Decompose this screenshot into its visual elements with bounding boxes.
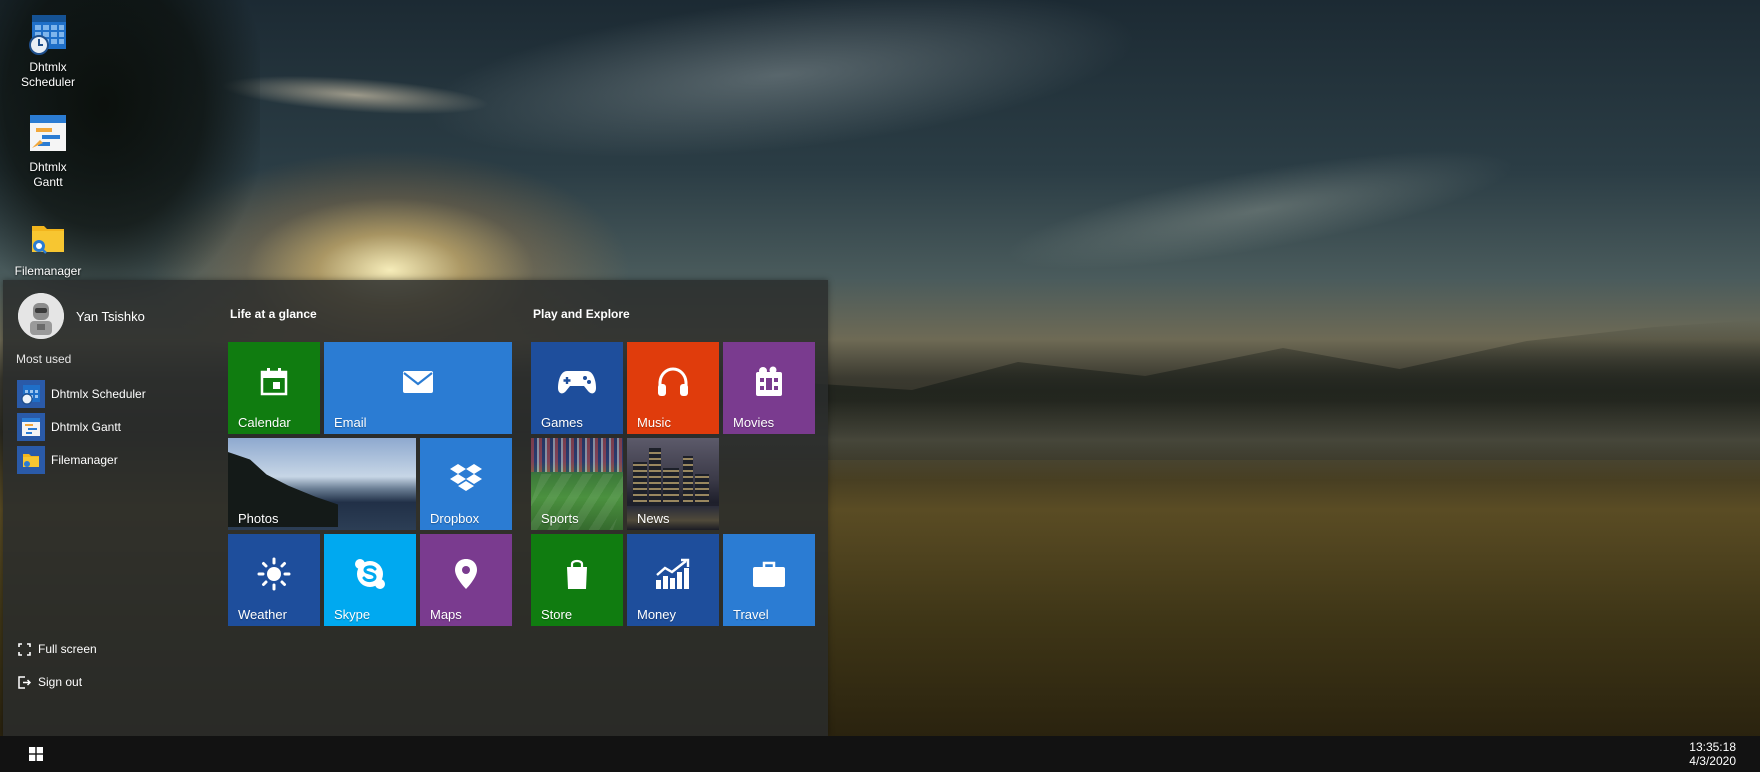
tile-money[interactable]: Money: [627, 534, 719, 626]
clock-time: 13:35:18: [1689, 740, 1736, 754]
wallpaper-cloud: [997, 125, 1523, 295]
tile-label: Maps: [430, 607, 462, 622]
tile-label: Email: [334, 415, 367, 430]
desktop-icon-gantt[interactable]: Dhtmlx Gantt: [8, 112, 88, 190]
tile-calendar[interactable]: Calendar: [228, 342, 320, 434]
taskbar: 13:35:18 4/3/2020: [0, 736, 1760, 772]
desktop-icon-label: Dhtmlx Scheduler: [20, 60, 76, 89]
map-pin-icon: [455, 559, 477, 589]
most-used-item-filemanager[interactable]: Filemanager: [17, 446, 187, 474]
windows-logo-icon: [29, 747, 43, 761]
tile-movies[interactable]: Movies: [723, 342, 815, 434]
tile-email[interactable]: Email: [324, 342, 512, 434]
news-tile-building: [649, 448, 661, 508]
film-icon: [756, 366, 782, 396]
tile-store[interactable]: Store: [531, 534, 623, 626]
tile-group-title: Play and Explore: [533, 307, 630, 321]
desktop-icon-label: Dhtmlx Gantt: [29, 160, 67, 189]
tile-label: Movies: [733, 415, 775, 430]
taskbar-clock[interactable]: 13:35:18 4/3/2020: [1689, 740, 1736, 768]
headphones-icon: [658, 367, 688, 396]
tile-maps[interactable]: Maps: [420, 534, 512, 626]
tile-weather[interactable]: Weather: [228, 534, 320, 626]
news-tile-building: [683, 456, 693, 508]
desktop-icon-label: Filemanager: [14, 264, 82, 278]
wallpaper-cloud: [414, 0, 1146, 188]
gantt-app-icon: [17, 413, 45, 441]
tile-label: Money: [637, 607, 677, 622]
most-used-item-scheduler[interactable]: Dhtmlx Scheduler: [17, 380, 187, 408]
wallpaper-mist: [700, 400, 1760, 480]
shopping-bag-icon: [567, 559, 587, 589]
desktop-icon-scheduler[interactable]: Dhtmlx Scheduler: [8, 12, 88, 90]
tile-travel[interactable]: Travel: [723, 534, 815, 626]
desktop-icon-filemanager[interactable]: Filemanager: [8, 216, 88, 279]
tile-label: Games: [541, 415, 583, 430]
scheduler-app-icon: [17, 380, 45, 408]
user-name: Yan Tsishko: [76, 308, 145, 324]
news-tile-image: [633, 462, 647, 508]
tile-label: Calendar: [238, 415, 291, 430]
tile-label: Music: [637, 415, 671, 430]
tile-sports[interactable]: Sports: [531, 438, 623, 530]
sign-out-icon: [18, 675, 31, 689]
filemanager-app-icon: [32, 226, 64, 254]
news-tile-building: [695, 474, 709, 508]
clock-date: 4/3/2020: [1689, 754, 1736, 768]
full-screen-button[interactable]: Full screen: [18, 639, 97, 659]
sign-out-button[interactable]: Sign out: [18, 672, 82, 692]
gantt-app-icon: [30, 115, 66, 151]
filemanager-app-icon: [17, 446, 45, 474]
tile-label: News: [637, 511, 670, 526]
calendar-icon: [260, 368, 288, 396]
tile-group-title: Life at a glance: [230, 307, 317, 321]
most-used-heading: Most used: [16, 352, 72, 366]
gamepad-icon: [558, 371, 596, 394]
dropbox-icon: [450, 464, 482, 491]
tile-music[interactable]: Music: [627, 342, 719, 434]
full-screen-label: Full screen: [38, 642, 97, 656]
tile-label: Travel: [733, 607, 769, 622]
mail-icon: [403, 371, 433, 393]
sports-tile-image: [531, 438, 623, 472]
sign-out-label: Sign out: [38, 675, 83, 689]
tile-dropbox[interactable]: Dropbox: [420, 438, 512, 530]
tile-label: Photos: [238, 511, 279, 526]
start-button[interactable]: [24, 742, 48, 766]
tile-label: Dropbox: [430, 511, 480, 526]
most-used-item-gantt[interactable]: Dhtmlx Gantt: [17, 413, 187, 441]
scheduler-app-icon: [29, 15, 66, 55]
most-used-item-label: Dhtmlx Gantt: [51, 420, 122, 434]
start-menu: Yan Tsishko Most used Dhtmlx Scheduler D…: [3, 280, 828, 736]
news-tile-building: [663, 468, 679, 508]
user-avatar: [18, 293, 64, 339]
tile-label: Weather: [238, 607, 287, 622]
tile-photos[interactable]: Photos: [228, 438, 416, 530]
tile-games[interactable]: Games: [531, 342, 623, 434]
tile-label: Store: [541, 607, 573, 622]
tile-label: Skype: [334, 607, 371, 622]
chart-up-icon: [656, 558, 690, 589]
sun-icon: [257, 557, 291, 591]
user-profile[interactable]: Yan Tsishko: [18, 292, 145, 340]
most-used-item-label: Dhtmlx Scheduler: [51, 387, 146, 401]
skype-icon: [355, 559, 385, 589]
tile-label: Sports: [541, 511, 579, 526]
most-used-item-label: Filemanager: [51, 453, 118, 467]
suitcase-icon: [753, 561, 785, 587]
tile-news[interactable]: News: [627, 438, 719, 530]
fullscreen-icon: [18, 642, 31, 656]
tile-skype[interactable]: Skype: [324, 534, 416, 626]
